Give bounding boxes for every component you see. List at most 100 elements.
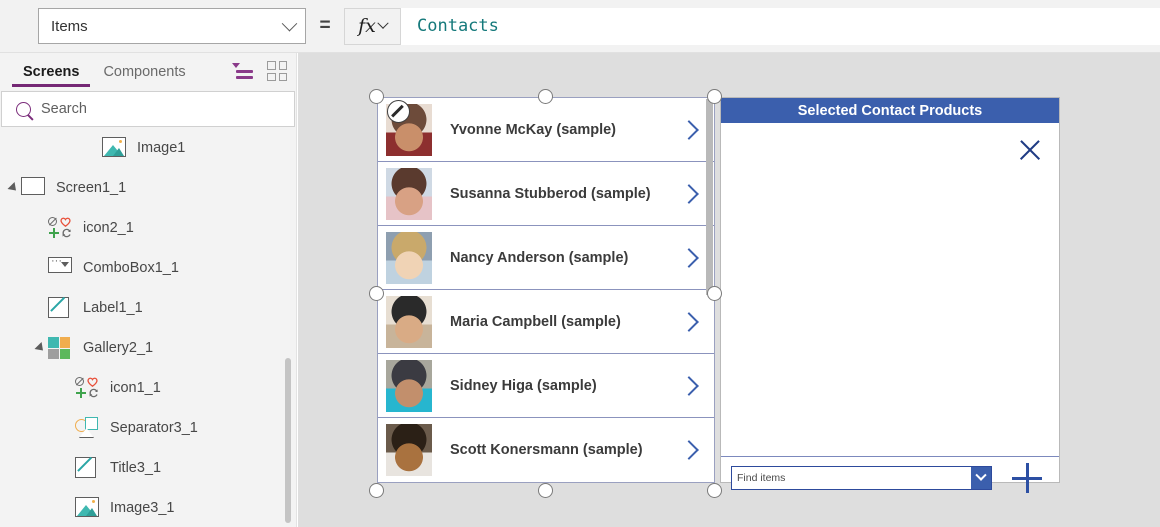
chevron-down-icon: [281, 15, 298, 31]
label-icon: [48, 297, 74, 319]
find-items-placeholder: Find items: [737, 472, 786, 484]
close-icon[interactable]: [1017, 137, 1043, 163]
tree-item-label: Label1_1: [83, 300, 143, 316]
tree-item-label: icon2_1: [83, 220, 134, 236]
tree-item-label: ComboBox1_1: [83, 260, 179, 276]
iconset-icon: [48, 217, 74, 239]
search-input[interactable]: Search: [1, 91, 295, 127]
gallery-icon: [48, 337, 74, 359]
avatar: [386, 295, 432, 348]
tree-item-gallery2_1[interactable]: Gallery2_1: [0, 328, 297, 368]
avatar: [386, 359, 432, 412]
fx-icon: fx: [358, 15, 376, 37]
search-icon: [16, 101, 31, 117]
formula-bar: Items = fx Contacts: [0, 0, 1160, 53]
gallery-row[interactable]: Susanna Stubberod (sample): [378, 162, 714, 226]
edit-pencil-icon[interactable]: [387, 100, 410, 123]
tree-item-label: Image1: [137, 140, 186, 156]
formula-input[interactable]: Contacts: [401, 7, 1160, 45]
find-items-combobox[interactable]: Find items: [731, 466, 992, 490]
gallery-row[interactable]: Nancy Anderson (sample): [378, 226, 714, 290]
tree-item-image3_1[interactable]: Image3_1: [0, 488, 297, 527]
gallery-row[interactable]: Maria Campbell (sample): [378, 290, 714, 354]
gallery-row[interactable]: Scott Konersmann (sample): [378, 418, 714, 482]
resize-handle-n[interactable]: [538, 89, 553, 104]
chevron-down-icon: [975, 469, 987, 481]
tree-item-title3_1[interactable]: Title3_1: [0, 448, 297, 488]
search-placeholder: Search: [41, 101, 87, 117]
combobox-icon: [48, 255, 74, 279]
tree-item-icon2_1[interactable]: icon2_1: [0, 208, 297, 248]
tree-item-label: Separator3_1: [110, 420, 198, 436]
resize-handle-ne[interactable]: [707, 89, 722, 104]
chevron-right-icon[interactable]: [679, 311, 699, 332]
fx-button[interactable]: fx: [344, 7, 401, 45]
chevron-right-icon[interactable]: [679, 440, 699, 460]
tree-item-label1_1[interactable]: Label1_1: [0, 288, 297, 328]
image-icon: [75, 497, 101, 519]
chevron-right-icon[interactable]: [679, 119, 699, 140]
screen-icon: [21, 177, 47, 199]
tree-item-separator3_1[interactable]: Separator3_1: [0, 408, 297, 448]
selected-contact-products-panel: Selected Contact Products Find items: [720, 97, 1060, 493]
separator-icon: [75, 417, 101, 439]
app-canvas: Yvonne McKay (sample) Susanna Stubberod (…: [298, 53, 1160, 527]
tree-item-label: Gallery2_1: [83, 340, 154, 356]
tree-item-label: Image3_1: [110, 500, 175, 516]
gallery-row[interactable]: Yvonne McKay (sample): [378, 98, 714, 162]
tree-item-label: Screen1_1: [56, 180, 127, 196]
chevron-right-icon[interactable]: [679, 375, 699, 396]
tree-item-image1[interactable]: Image1: [0, 128, 297, 168]
resize-handle-s[interactable]: [538, 483, 553, 498]
avatar: [386, 231, 432, 284]
iconset-icon: [75, 377, 101, 399]
power-apps-studio: Items = fx Contacts Screens Components S…: [0, 0, 1160, 527]
label-icon: [75, 457, 101, 479]
chevron-right-icon[interactable]: [679, 247, 699, 268]
gallery-row[interactable]: Sidney Higa (sample): [378, 354, 714, 418]
contact-name: Maria Campbell (sample): [450, 313, 621, 330]
view-toggle-group: [232, 61, 287, 81]
tree-item-screen1_1[interactable]: Screen1_1: [0, 168, 297, 208]
tree-item-label: icon1_1: [110, 380, 161, 396]
contact-name: Sidney Higa (sample): [450, 377, 597, 394]
chevron-right-icon[interactable]: [679, 183, 699, 204]
contact-name: Scott Konersmann (sample): [450, 442, 643, 458]
thumbnail-view-icon[interactable]: [267, 61, 287, 81]
sidebar-tabs: Screens Components: [0, 53, 296, 91]
equals-sign: =: [319, 15, 331, 36]
gallery-scrollbar[interactable]: [706, 99, 713, 295]
screen-tree: Image1 Screen1_1 icon2_1 ComboBox1_1 Label1_…: [0, 128, 297, 527]
tab-screens[interactable]: Screens: [11, 53, 91, 91]
image-icon: [102, 137, 128, 159]
tree-view-icon[interactable]: [232, 61, 253, 81]
caret-down-icon[interactable]: [7, 181, 20, 195]
resize-handle-nw[interactable]: [369, 89, 384, 104]
sidebar-scrollbar[interactable]: [285, 358, 291, 523]
tab-components[interactable]: Components: [91, 53, 197, 91]
avatar: [386, 424, 432, 476]
left-sidebar: Screens Components Search Image1 Screen1_…: [0, 53, 297, 527]
gallery-control[interactable]: Yvonne McKay (sample) Susanna Stubberod (…: [369, 89, 722, 498]
panel-footer: Find items: [721, 457, 1059, 493]
resize-handle-e[interactable]: [707, 286, 722, 301]
resize-handle-sw[interactable]: [369, 483, 384, 498]
resize-handle-w[interactable]: [369, 286, 384, 301]
panel-body: [721, 123, 1059, 457]
contact-name: Nancy Anderson (sample): [450, 249, 629, 266]
resize-handle-se[interactable]: [707, 483, 722, 498]
gallery-rows: Yvonne McKay (sample) Susanna Stubberod (…: [377, 97, 715, 483]
property-dropdown[interactable]: Items: [38, 8, 306, 44]
avatar: [386, 167, 432, 220]
tree-item-icon1_1[interactable]: icon1_1: [0, 368, 297, 408]
property-dropdown-value: Items: [51, 17, 88, 35]
plus-icon[interactable]: [1012, 463, 1042, 493]
panel-title: Selected Contact Products: [721, 98, 1059, 123]
contact-name: Yvonne McKay (sample): [450, 121, 616, 138]
chevron-down-icon: [377, 17, 389, 29]
contact-name: Susanna Stubberod (sample): [450, 185, 651, 202]
tree-item-label: Title3_1: [110, 460, 162, 476]
tree-item-combobox1_1[interactable]: ComboBox1_1: [0, 248, 297, 288]
combobox-dropdown-button[interactable]: [971, 467, 991, 489]
caret-down-icon[interactable]: [34, 341, 47, 355]
